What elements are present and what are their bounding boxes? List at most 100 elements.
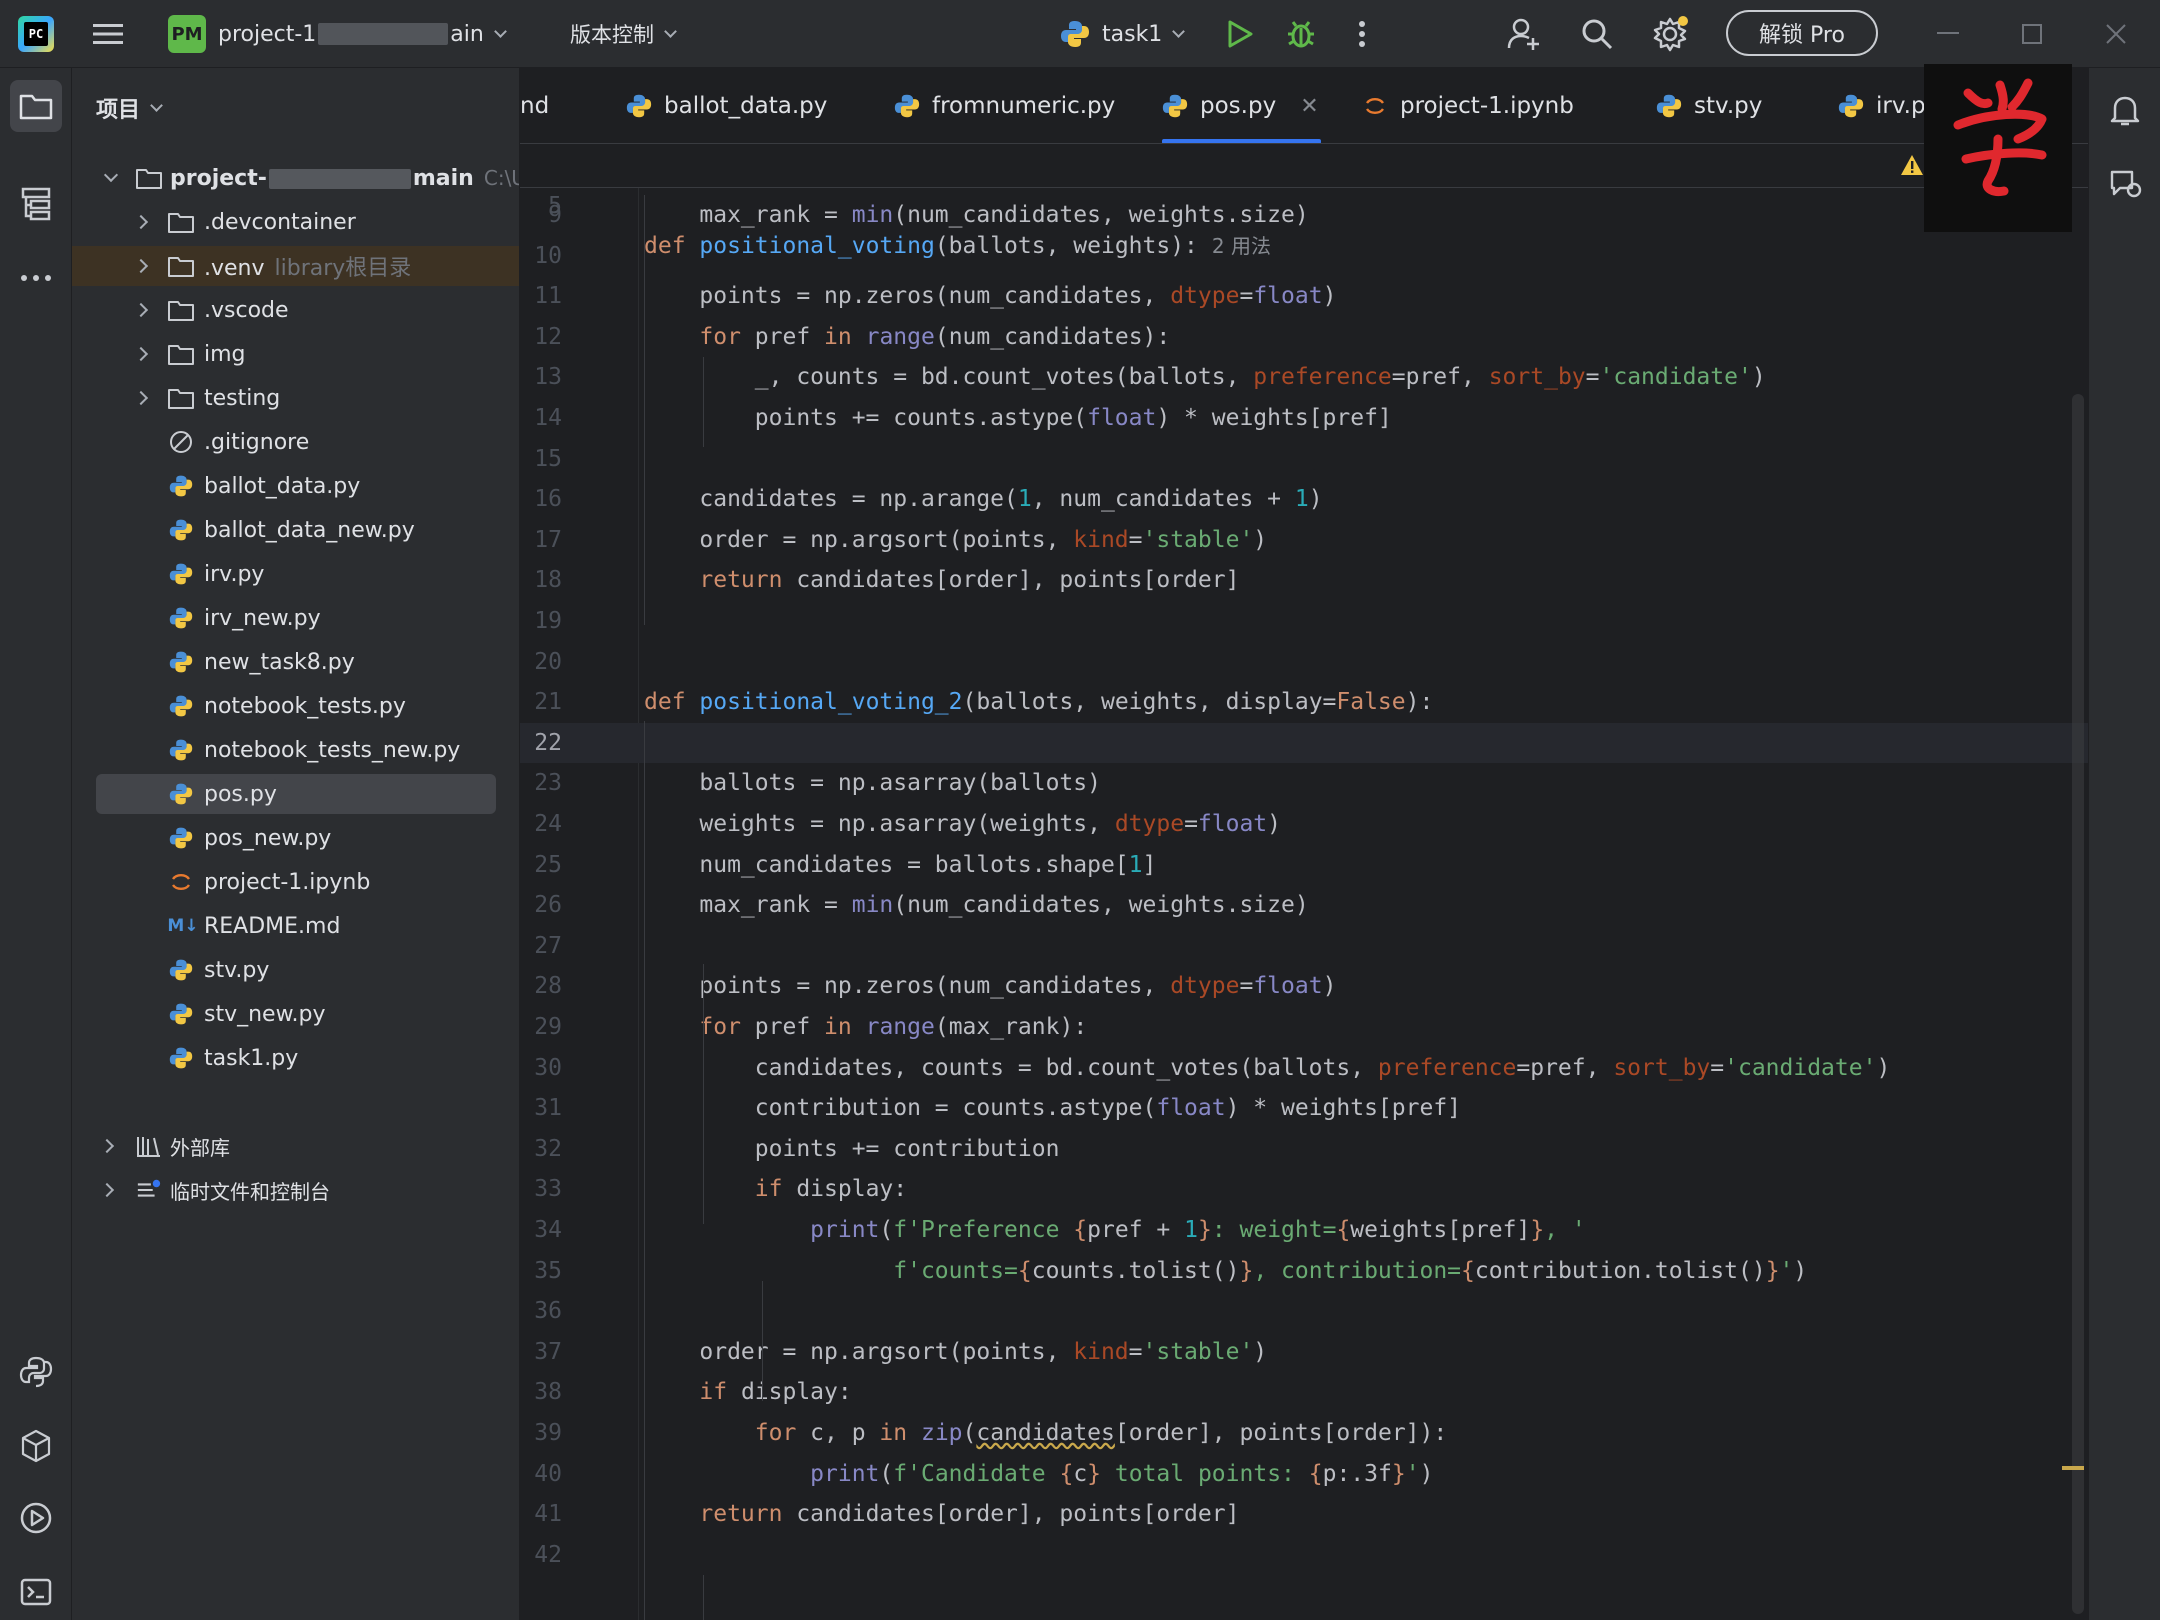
line-number[interactable]: 27	[520, 926, 562, 966]
tree-file[interactable]: project-1.ipynb	[72, 862, 519, 902]
code-line[interactable]: 37 order = np.argsort(points, kind='stab…	[520, 1332, 2088, 1372]
editor-tab[interactable]: irv.p	[1838, 68, 1926, 143]
line-number[interactable]: 23	[520, 763, 562, 803]
unlock-pro-button[interactable]: 解锁 Pro	[1726, 10, 1878, 56]
tree-folder[interactable]: testing	[72, 378, 519, 418]
line-number[interactable]: 40	[520, 1454, 562, 1494]
line-number[interactable]: 30	[520, 1048, 562, 1088]
code-line[interactable]: 28 points = np.zeros(num_candidates, dty…	[520, 966, 2088, 1006]
line-number[interactable]: 32	[520, 1129, 562, 1169]
code-line[interactable]: 13 _, counts = bd.count_votes(ballots, p…	[520, 357, 2088, 397]
project-tool-folder-icon[interactable]	[10, 80, 62, 132]
editor-tab[interactable]: fromnumeric.py	[894, 68, 1115, 143]
line-number[interactable]: 13	[520, 357, 562, 397]
tree-file[interactable]: .gitignore	[72, 422, 519, 462]
tree-file[interactable]: irv.py	[72, 554, 519, 594]
tree-file[interactable]: notebook_tests_new.py	[72, 730, 519, 770]
line-number[interactable]: 34	[520, 1210, 562, 1250]
line-number[interactable]: 24	[520, 804, 562, 844]
code-line[interactable]: 20	[520, 642, 2088, 682]
editor-tab[interactable]: stv.py	[1656, 68, 1762, 143]
code-editor[interactable]: 9 max_rank = min(num_candidates, weights…	[520, 144, 2088, 1620]
structure-icon[interactable]	[10, 178, 62, 230]
project-badge[interactable]: PM	[168, 15, 206, 53]
minimize-icon[interactable]	[1928, 0, 1968, 68]
code-line[interactable]: 41 return candidates[order], points[orde…	[520, 1494, 2088, 1534]
line-number[interactable]: 25	[520, 845, 562, 885]
line-number[interactable]: 31	[520, 1088, 562, 1128]
ai-assistant-icon[interactable]	[2099, 158, 2151, 210]
line-number[interactable]: 12	[520, 317, 562, 357]
line-number[interactable]: 21	[520, 682, 562, 722]
tree-file[interactable]: stv_new.py	[72, 994, 519, 1034]
code-line[interactable]: 25 num_candidates = ballots.shape[1]	[520, 845, 2088, 885]
editor-tab[interactable]: project-1.ipynb	[1362, 68, 1574, 143]
code-line[interactable]: 38 if display:	[520, 1372, 2088, 1412]
line-number[interactable]: 35	[520, 1251, 562, 1291]
sticky-header[interactable]: 5 def positional_voting(ballots, weights…	[520, 144, 2088, 259]
code-line[interactable]: 27	[520, 926, 2088, 966]
code-line[interactable]: 19	[520, 601, 2088, 641]
python-console-icon[interactable]	[10, 1346, 62, 1398]
editor-tab[interactable]: nd	[520, 68, 549, 143]
tree-file[interactable]: notebook_tests.py	[72, 686, 519, 726]
tree-file[interactable]: pos.py	[72, 774, 519, 814]
line-number[interactable]: 14	[520, 398, 562, 438]
line-number[interactable]: 42	[520, 1535, 562, 1575]
code-line[interactable]: 30 candidates, counts = bd.count_votes(b…	[520, 1048, 2088, 1088]
tree-file[interactable]: M↓ README.md	[72, 906, 519, 946]
tree-scratches[interactable]: 临时文件和控制台	[72, 1170, 519, 1210]
project-panel-header[interactable]: 项目	[96, 92, 163, 124]
line-number[interactable]: 41	[520, 1494, 562, 1534]
code-line[interactable]: 17 order = np.argsort(points, kind='stab…	[520, 520, 2088, 560]
close-window-icon[interactable]	[2096, 0, 2136, 68]
add-user-icon[interactable]	[1504, 0, 1544, 68]
line-number[interactable]: 38	[520, 1372, 562, 1412]
code-line[interactable]: 42	[520, 1535, 2088, 1575]
tree-folder[interactable]: img	[72, 334, 519, 374]
services-run-icon[interactable]	[10, 1492, 62, 1544]
code-line[interactable]: 29 for pref in range(max_rank):	[520, 1007, 2088, 1047]
tree-file[interactable]: pos_new.py	[72, 818, 519, 858]
code-line[interactable]: 26 max_rank = min(num_candidates, weight…	[520, 885, 2088, 925]
code-line[interactable]: 39 for c, p in zip(candidates[order], po…	[520, 1413, 2088, 1453]
search-icon[interactable]	[1577, 0, 1617, 68]
line-number[interactable]: 26	[520, 885, 562, 925]
notifications-bell-icon[interactable]	[2099, 84, 2151, 136]
project-selector[interactable]: project-1 ain	[218, 0, 507, 68]
tree-folder[interactable]: .devcontainer	[72, 202, 519, 242]
line-number[interactable]: 39	[520, 1413, 562, 1453]
vcs-menu[interactable]: 版本控制	[570, 0, 677, 68]
line-number[interactable]: 28	[520, 966, 562, 1006]
line-number[interactable]: 33	[520, 1169, 562, 1209]
line-number[interactable]: 16	[520, 479, 562, 519]
code-line[interactable]: 11 points = np.zeros(num_candidates, dty…	[520, 276, 2088, 316]
code-line[interactable]: 36	[520, 1291, 2088, 1331]
code-line[interactable]: 40 print(f'Candidate {c} total points: {…	[520, 1454, 2088, 1494]
code-line[interactable]: 31 contribution = counts.astype(float) *…	[520, 1088, 2088, 1128]
editor-tab[interactable]: pos.py ✕	[1162, 68, 1321, 143]
line-number[interactable]: 20	[520, 642, 562, 682]
line-number[interactable]: 17	[520, 520, 562, 560]
code-line[interactable]: 18 return candidates[order], points[orde…	[520, 560, 2088, 600]
line-number[interactable]: 18	[520, 560, 562, 600]
editor-tab[interactable]: ballot_data.py	[626, 68, 827, 143]
warning-icon[interactable]	[1900, 154, 1924, 182]
code-line[interactable]: 34 print(f'Preference {pref + 1}: weight…	[520, 1210, 2088, 1250]
code-line[interactable]: 33 if display:	[520, 1169, 2088, 1209]
more-vertical-icon[interactable]	[1352, 0, 1372, 68]
maximize-icon[interactable]	[2012, 0, 2052, 68]
code-line[interactable]: 22	[520, 722, 2088, 763]
code-line[interactable]: 15	[520, 439, 2088, 479]
more-tools-icon[interactable]	[10, 252, 62, 304]
line-number[interactable]: 15	[520, 439, 562, 479]
line-number[interactable]: 22	[520, 723, 562, 763]
tree-folder[interactable]: .vscode	[72, 290, 519, 330]
close-tab-icon[interactable]: ✕	[1300, 94, 1318, 119]
main-menu-icon[interactable]	[88, 0, 128, 68]
tree-external-libraries[interactable]: 外部库	[72, 1126, 519, 1166]
code-line[interactable]: 14 points += counts.astype(float) * weig…	[520, 398, 2088, 438]
tree-file[interactable]: task1.py	[72, 1038, 519, 1078]
tree-folder[interactable]: .venv library根目录	[72, 246, 519, 286]
usages-hint[interactable]: 2 用法	[1212, 234, 1271, 258]
